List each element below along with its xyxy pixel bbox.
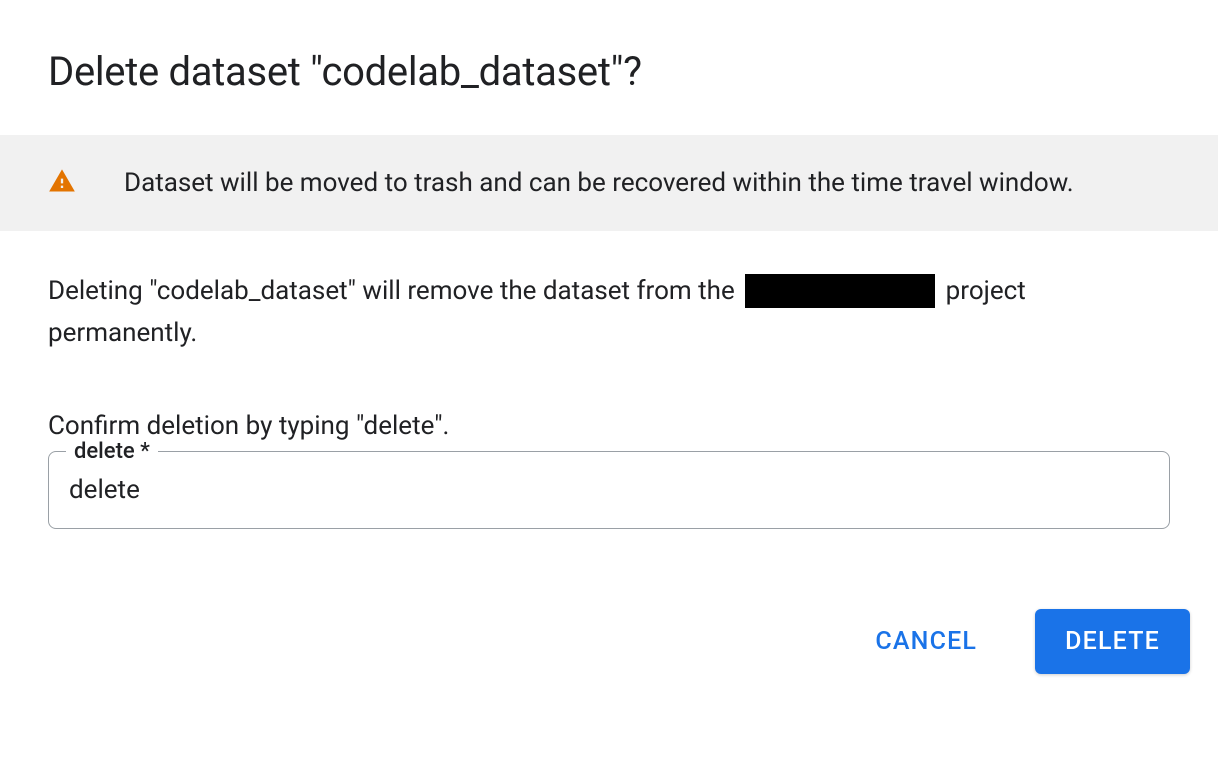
delete-button[interactable]: DELETE — [1035, 609, 1190, 674]
delete-confirm-input[interactable] — [48, 451, 1170, 529]
dialog-actions: CANCEL DELETE — [0, 529, 1218, 702]
dialog-title: Delete dataset "codelab_dataset"? — [0, 0, 1218, 135]
description-text: Deleting "codelab_dataset" will remove t… — [48, 271, 1170, 354]
confirm-prompt: Confirm deletion by typing "delete". — [48, 411, 1170, 441]
delete-dataset-dialog: Delete dataset "codelab_dataset"? Datase… — [0, 0, 1218, 702]
info-banner-text: Dataset will be moved to trash and can b… — [124, 165, 1074, 201]
redacted-project-name — [745, 274, 935, 308]
input-label: delete * — [66, 439, 158, 464]
cancel-button[interactable]: CANCEL — [845, 609, 1007, 674]
dialog-body: Deleting "codelab_dataset" will remove t… — [0, 231, 1218, 528]
info-banner: Dataset will be moved to trash and can b… — [0, 135, 1218, 231]
input-container: delete * — [48, 451, 1170, 529]
description-prefix: Deleting "codelab_dataset" will remove t… — [48, 276, 741, 306]
warning-icon — [48, 167, 76, 199]
